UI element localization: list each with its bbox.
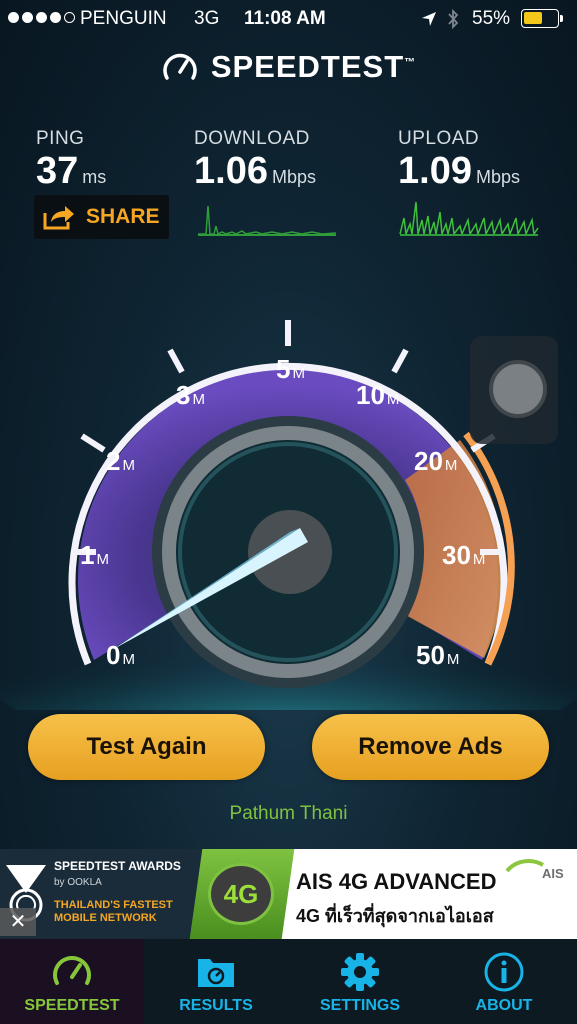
speedometer-icon bbox=[53, 956, 91, 985]
tab-bar: SPEEDTEST RESULTS SETTINGS ABOUT bbox=[0, 939, 577, 1024]
share-label: SHARE bbox=[86, 205, 160, 228]
tick-5: 5M bbox=[276, 354, 305, 384]
tab-results-label: RESULTS bbox=[179, 997, 253, 1014]
ping-unit: ms bbox=[82, 167, 107, 187]
upload-value: 1.09 bbox=[398, 150, 472, 192]
tick-1: 1M bbox=[80, 540, 109, 570]
share-icon bbox=[43, 206, 74, 230]
download-graph bbox=[198, 205, 337, 236]
server-location: Pathum Thani bbox=[229, 803, 348, 824]
battery-icon bbox=[521, 9, 563, 28]
download-unit: Mbps bbox=[271, 167, 316, 187]
ping-stat: PING 37 ms bbox=[36, 128, 106, 193]
upload-graph bbox=[399, 201, 539, 237]
ad-title: AIS 4G ADVANCED bbox=[296, 869, 497, 894]
tab-settings-label: SETTINGS bbox=[319, 997, 400, 1014]
tick-20: 20 M bbox=[414, 446, 458, 476]
signal-strength-icon bbox=[8, 12, 75, 23]
bluetooth-icon bbox=[448, 8, 459, 30]
info-icon bbox=[484, 952, 524, 992]
ping-label: PING bbox=[36, 128, 85, 149]
tab-about[interactable]: ABOUT bbox=[432, 939, 576, 1024]
share-button[interactable]: SHARE bbox=[34, 195, 169, 239]
download-stat: DOWNLOAD 1.06 Mbps bbox=[194, 128, 316, 193]
gear-icon bbox=[341, 953, 379, 991]
upload-label: UPLOAD bbox=[398, 128, 480, 149]
tick-30: 30 M bbox=[442, 540, 486, 570]
ad-banner[interactable]: SPEEDTEST AWARDS by OOKLA THAILAND'S FAS… bbox=[0, 849, 577, 939]
tick-3: 3M bbox=[176, 380, 205, 410]
network-type: 3G bbox=[194, 8, 220, 29]
remove-ads-button[interactable]: Remove Ads bbox=[312, 714, 549, 780]
tab-speedtest[interactable]: SPEEDTEST bbox=[0, 939, 144, 1024]
trademark: ™ bbox=[404, 56, 417, 69]
ad-awards-text: SPEEDTEST AWARDS bbox=[54, 859, 181, 873]
app-logo: SPEEDTEST™ bbox=[0, 48, 577, 86]
tab-about-label: ABOUT bbox=[475, 997, 533, 1014]
battery-percent: 55% bbox=[472, 8, 511, 29]
speedometer-logo-icon bbox=[163, 53, 197, 80]
tick-10: 10 M bbox=[356, 380, 400, 410]
location-arrow-icon bbox=[422, 12, 436, 26]
ad-brand: AIS bbox=[542, 866, 564, 881]
ping-value: 37 bbox=[36, 150, 79, 192]
tab-speedtest-label: SPEEDTEST bbox=[24, 997, 120, 1014]
ad-4g-badge: 4G bbox=[208, 863, 274, 925]
tick-2: 2M bbox=[106, 446, 135, 476]
tick-50: 50 M bbox=[416, 640, 460, 670]
ad-close-button[interactable]: ✕ bbox=[0, 908, 36, 936]
tick-0: 0M bbox=[106, 640, 135, 670]
upload-stat: UPLOAD 1.09 Mbps bbox=[398, 128, 520, 193]
download-value: 1.06 bbox=[194, 150, 268, 192]
logo-text: SPEEDTEST bbox=[210, 49, 405, 84]
download-label: DOWNLOAD bbox=[194, 128, 310, 149]
tab-settings[interactable]: SETTINGS bbox=[288, 939, 432, 1024]
carrier-name: PENGUIN bbox=[80, 8, 167, 29]
tab-results[interactable]: RESULTS bbox=[144, 939, 288, 1024]
assistive-touch-button[interactable] bbox=[489, 360, 547, 418]
upload-unit: Mbps bbox=[475, 167, 520, 187]
test-again-button[interactable]: Test Again bbox=[28, 714, 265, 780]
folder-icon bbox=[198, 959, 234, 987]
ad-tagline: THAILAND'S FASTEST MOBILE NETWORK bbox=[54, 899, 173, 924]
ad-by-text: by OOKLA bbox=[54, 877, 102, 888]
status-bar: PENGUIN 3G 11:08 AM 55% bbox=[0, 0, 577, 38]
ais-swoosh-icon bbox=[505, 859, 545, 873]
clock: 11:08 AM bbox=[244, 8, 326, 29]
ad-subtitle: 4G ที่เร็วที่สุดจากเอไอเอส bbox=[296, 906, 494, 926]
